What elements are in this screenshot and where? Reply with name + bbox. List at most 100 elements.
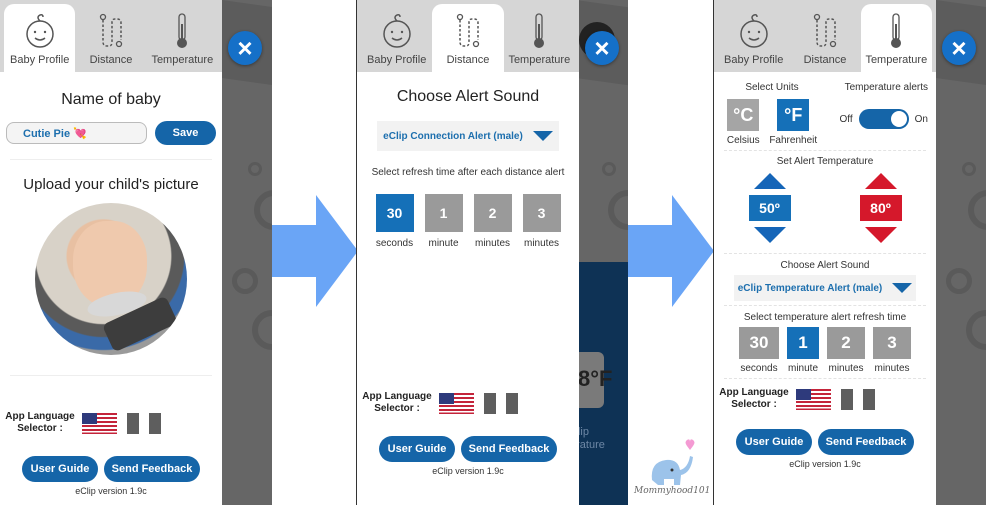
tab-baby-profile[interactable]: Baby Profile — [361, 4, 432, 72]
tab-label: Baby Profile — [10, 54, 70, 66]
set-alert-heading: Set Alert Temperature — [776, 156, 874, 167]
tab-distance[interactable]: Distance — [789, 4, 860, 72]
tab-label: Distance — [89, 54, 133, 66]
refresh-value: 3 — [522, 194, 561, 232]
refresh-option-30s[interactable]: 30 seconds — [375, 194, 414, 249]
tab-label: Temperature — [508, 54, 571, 66]
close-button[interactable]: × — [228, 31, 262, 65]
send-feedback-button[interactable]: Send Feedback — [104, 456, 200, 482]
tab-distance[interactable]: Distance — [75, 4, 146, 72]
fahrenheit-option[interactable]: °F Fahrenheit — [769, 99, 817, 146]
celsius-option[interactable]: °C Celsius — [727, 99, 760, 146]
language-selector: App Language Selector : — [0, 411, 222, 435]
refresh-option-1m[interactable]: 1 minute — [424, 194, 463, 249]
high-temp-up-button[interactable] — [864, 173, 897, 189]
temp-alert-sound-value: eClip Temperature Alert (male) — [737, 282, 883, 294]
refresh-option-3m[interactable]: 3 minutes — [522, 194, 561, 249]
tab-label: Baby Profile — [724, 54, 784, 66]
tab-temperature[interactable]: Temperature — [147, 4, 218, 72]
alert-sound-dropdown[interactable]: eClip Connection Alert (male) — [377, 121, 559, 151]
tab-bar: Baby Profile Distance Temperature — [0, 0, 222, 72]
language-option-3[interactable] — [506, 392, 518, 414]
us-flag-icon[interactable] — [796, 388, 831, 410]
refresh-unit: minute — [428, 238, 459, 249]
save-button[interactable]: Save — [155, 121, 216, 145]
refresh-unit: minutes — [828, 363, 864, 374]
temp-refresh-option-1m[interactable]: 1 minute — [787, 327, 819, 374]
distance-path-icon — [99, 13, 123, 48]
tab-bar: Baby Profile Distance Temperature — [714, 0, 936, 72]
celsius-icon: °C — [727, 99, 760, 131]
user-guide-button[interactable]: User Guide — [736, 429, 812, 455]
user-guide-button[interactable]: User Guide — [22, 456, 98, 482]
refresh-unit: minutes — [523, 238, 559, 249]
app-backdrop — [936, 0, 986, 505]
refresh-option-2m[interactable]: 2 minutes — [473, 194, 512, 249]
thermometer-icon — [891, 13, 902, 48]
backdrop-text-2: erature — [576, 439, 605, 451]
version-text: eClip version 1.9c — [789, 459, 861, 469]
temp-alert-sound-dropdown[interactable]: eClip Temperature Alert (male) — [734, 275, 916, 301]
language-option-2[interactable] — [841, 388, 853, 410]
language-option-2[interactable] — [484, 392, 496, 414]
tab-temperature[interactable]: Temperature — [504, 4, 575, 72]
app-backdrop — [222, 0, 272, 505]
arrow-right-icon — [272, 195, 358, 307]
refresh-options: 30 seconds 1 minute 2 minutes 3 minutes — [357, 194, 579, 249]
us-flag-icon[interactable] — [82, 412, 117, 434]
tab-temperature[interactable]: Temperature — [860, 4, 932, 72]
low-temp-up-button[interactable] — [753, 173, 786, 189]
high-temp-control: 80º — [859, 173, 902, 243]
close-icon: × — [951, 32, 967, 63]
distance-path-icon — [456, 13, 480, 48]
baby-face-icon — [25, 14, 54, 48]
screen-baby-profile: × Baby Profile Distance Temperature Name… — [0, 0, 272, 505]
alert-sound-heading: Choose Alert Sound — [396, 88, 540, 105]
refresh-value: 2 — [827, 327, 865, 359]
app-backdrop: 8°F Cliperature — [576, 0, 628, 505]
refresh-value: 1 — [787, 327, 819, 359]
watermark: Mommyhood101 — [634, 486, 711, 496]
name-heading: Name of baby — [61, 91, 161, 108]
high-temp-down-button[interactable] — [864, 227, 897, 243]
close-button[interactable]: × — [585, 31, 619, 65]
temperature-alerts-toggle[interactable] — [858, 109, 909, 129]
tab-baby-profile[interactable]: Baby Profile — [718, 4, 789, 72]
temp-refresh-option-3m[interactable]: 3 minutes — [873, 327, 911, 374]
distance-path-icon — [813, 13, 837, 48]
language-label: App Language — [5, 411, 75, 422]
language-option-3[interactable] — [149, 412, 161, 434]
language-option-3[interactable] — [863, 388, 875, 410]
low-temp-down-button[interactable] — [753, 227, 786, 243]
unit-label: Fahrenheit — [769, 135, 818, 146]
language-selector: App Language Selector : — [357, 391, 579, 415]
refresh-unit: minutes — [474, 238, 510, 249]
user-guide-button[interactable]: User Guide — [379, 436, 455, 462]
baby-name-input[interactable]: Cutie Pie 💘 — [6, 122, 147, 144]
temp-refresh-option-2m[interactable]: 2 minutes — [827, 327, 865, 374]
send-feedback-button[interactable]: Send Feedback — [818, 429, 914, 455]
language-label-2: Selector : — [731, 399, 777, 410]
language-option-2[interactable] — [127, 412, 139, 434]
us-flag-icon[interactable] — [439, 392, 474, 414]
send-feedback-button[interactable]: Send Feedback — [461, 436, 557, 462]
alert-sound-value: eClip Connection Alert (male) — [383, 130, 523, 142]
baby-photo-upload[interactable] — [35, 203, 187, 355]
language-label-2: Selector : — [17, 423, 63, 434]
close-button[interactable]: × — [942, 31, 976, 65]
backdrop-temp-card: 8°F — [576, 352, 612, 408]
refresh-value: 3 — [873, 327, 911, 359]
low-temp-control: 50º — [748, 173, 791, 243]
language-label: App Language — [362, 391, 432, 402]
alerts-heading: Temperature alerts — [844, 82, 928, 93]
chevron-down-icon — [532, 131, 553, 141]
thermometer-icon — [534, 13, 545, 48]
tab-label: Baby Profile — [367, 54, 427, 66]
close-icon: × — [594, 32, 610, 63]
tab-baby-profile[interactable]: Baby Profile — [4, 4, 76, 72]
chevron-down-icon — [892, 283, 913, 293]
temp-refresh-option-30s[interactable]: 30 seconds — [739, 327, 779, 374]
language-selector: App Language Selector : — [714, 387, 936, 411]
settings-panel: Baby Profile Distance Temperature Select… — [714, 0, 936, 505]
tab-distance[interactable]: Distance — [432, 4, 504, 72]
